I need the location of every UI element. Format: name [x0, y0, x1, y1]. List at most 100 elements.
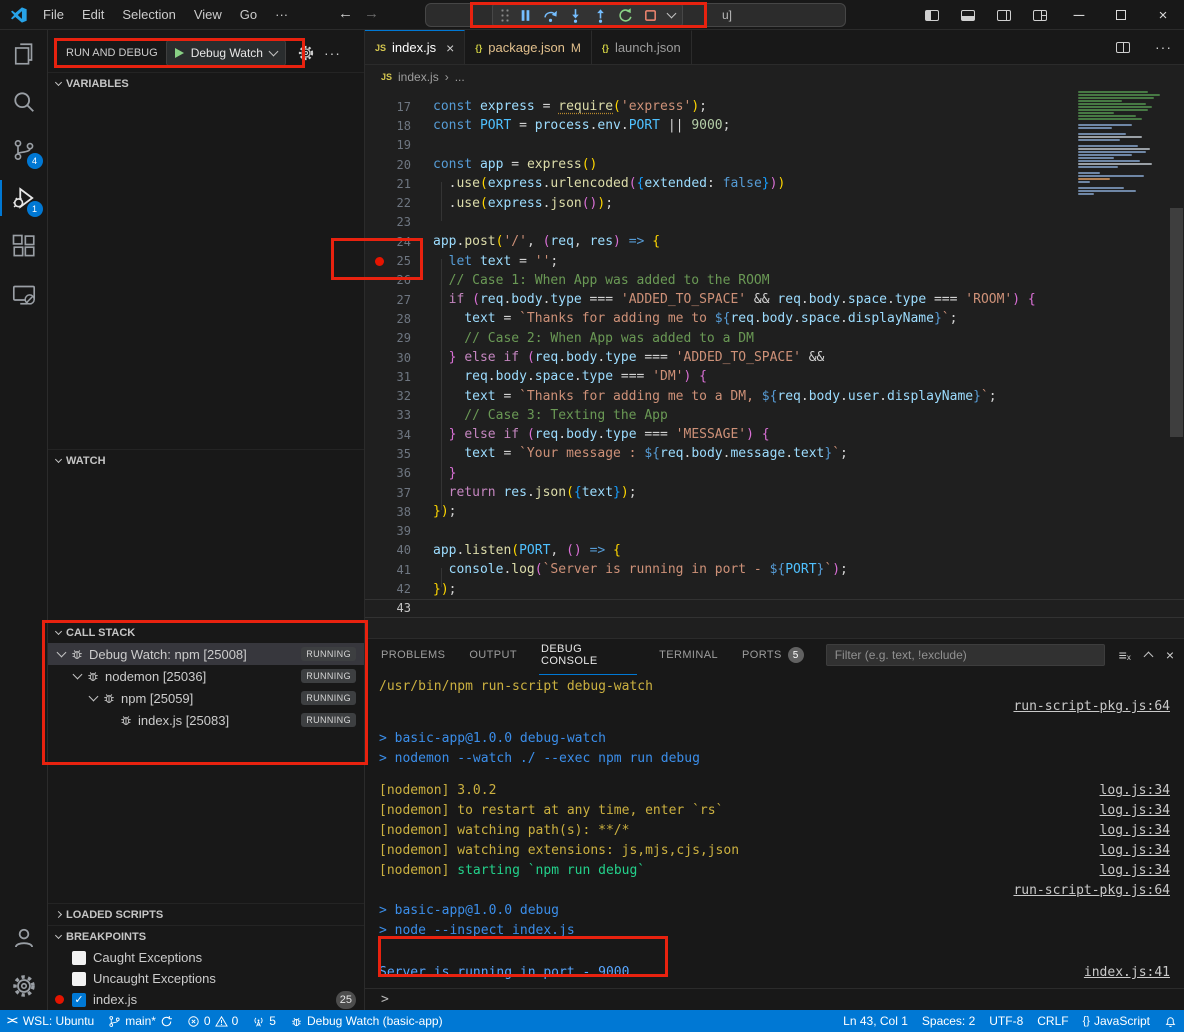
activity-run-debug[interactable]: 1 — [0, 174, 48, 222]
gutter[interactable]: 37 — [365, 486, 427, 500]
gutter[interactable]: 40 — [365, 543, 427, 557]
gutter[interactable]: 19 — [365, 138, 427, 152]
source-link[interactable]: run-script-pkg.js:64 — [1013, 883, 1170, 898]
activity-source-control[interactable]: 4 — [0, 126, 48, 174]
restart-button[interactable] — [613, 3, 638, 27]
breadcrumb-file[interactable]: index.js — [398, 70, 439, 84]
gutter[interactable]: 41 — [365, 563, 427, 577]
gutter[interactable]: 36 — [365, 466, 427, 480]
panel-tab-problems[interactable]: PROBLEMS — [379, 635, 447, 675]
menu-more[interactable]: ··· — [266, 4, 297, 25]
activity-settings[interactable] — [0, 962, 48, 1010]
status-ln-43-col-1[interactable]: Ln 43, Col 1 — [836, 1010, 915, 1032]
toggle-sidebar-icon[interactable] — [914, 0, 950, 30]
checkbox[interactable]: ✓ — [72, 993, 86, 1007]
gutter[interactable]: 31 — [365, 370, 427, 384]
gutter[interactable]: 30 — [365, 351, 427, 365]
menu-edit[interactable]: Edit — [73, 4, 113, 25]
section-watch[interactable]: WATCH — [48, 449, 364, 471]
console-filter-input[interactable] — [826, 644, 1105, 666]
activity-remote-explorer[interactable] — [0, 270, 48, 318]
status-braces[interactable]: {}JavaScript — [1076, 1010, 1157, 1032]
gutter[interactable]: 18 — [365, 119, 427, 133]
gutter[interactable]: 33 — [365, 408, 427, 422]
gutter[interactable]: 28 — [365, 312, 427, 326]
source-link[interactable]: log.js:34 — [1100, 823, 1170, 838]
source-link[interactable]: log.js:34 — [1100, 843, 1170, 858]
panel-tab-terminal[interactable]: TERMINAL — [657, 635, 720, 675]
callstack-row[interactable]: Debug Watch: npm [25008]RUNNING — [48, 643, 364, 665]
customize-layout-icon[interactable] — [1022, 0, 1058, 30]
source-link[interactable]: log.js:34 — [1100, 783, 1170, 798]
status-bell[interactable] — [1157, 1010, 1184, 1032]
gutter[interactable]: 29 — [365, 331, 427, 345]
breakpoint-row[interactable]: ✓index.js25 — [48, 989, 364, 1010]
forward-arrow-icon[interactable]: → — [364, 5, 379, 22]
gutter[interactable]: 25 — [365, 254, 427, 268]
drag-grip-icon[interactable] — [500, 8, 510, 22]
panel-tab-debug-console[interactable]: DEBUG CONSOLE — [539, 635, 637, 675]
callstack-row[interactable]: index.js [25083]RUNNING — [48, 709, 364, 731]
panel-tab-ports[interactable]: PORTS5 — [740, 635, 806, 675]
source-link[interactable]: run-script-pkg.js:64 — [1013, 699, 1170, 714]
minimap[interactable] — [1078, 91, 1168, 196]
pause-button[interactable] — [513, 3, 538, 27]
gutter[interactable]: 43 — [365, 601, 427, 615]
status-bug[interactable]: Debug Watch (basic-app) — [283, 1010, 450, 1032]
close-window-button[interactable]: × — [1142, 0, 1184, 30]
gutter[interactable]: 32 — [365, 389, 427, 403]
filter-icon[interactable]: ≡x — [1119, 647, 1131, 663]
status-error[interactable]: 00 — [180, 1010, 245, 1032]
tab-launch.json[interactable]: {}launch.json — [592, 30, 692, 64]
step-over-button[interactable] — [538, 3, 563, 27]
gutter[interactable]: 22 — [365, 196, 427, 210]
source-link[interactable]: log.js:34 — [1100, 803, 1170, 818]
section-breakpoints[interactable]: BREAKPOINTS — [48, 925, 364, 947]
source-link[interactable]: log.js:34 — [1100, 863, 1170, 878]
panel-tab-output[interactable]: OUTPUT — [467, 635, 519, 675]
callstack-row[interactable]: nodemon [25036]RUNNING — [48, 665, 364, 687]
activity-accounts[interactable] — [0, 914, 48, 962]
stop-button[interactable] — [638, 3, 663, 27]
checkbox[interactable] — [72, 972, 86, 986]
gutter[interactable]: 20 — [365, 158, 427, 172]
gutter[interactable]: 38 — [365, 505, 427, 519]
gutter[interactable]: 26 — [365, 273, 427, 287]
gutter[interactable]: 27 — [365, 293, 427, 307]
gutter[interactable]: 35 — [365, 447, 427, 461]
split-editor-icon[interactable] — [1105, 32, 1141, 62]
status-radio[interactable]: 5 — [245, 1010, 283, 1032]
breakpoint-row[interactable]: Uncaught Exceptions — [48, 968, 364, 989]
breakpoint-row[interactable]: Caught Exceptions — [48, 947, 364, 968]
status-utf-8[interactable]: UTF-8 — [982, 1010, 1030, 1032]
console-input-row[interactable]: > — [365, 988, 1184, 1010]
status-remote[interactable]: ><WSL: Ubuntu — [0, 1010, 101, 1032]
launch-config-dropdown[interactable]: Debug Watch — [166, 40, 286, 66]
gutter[interactable]: 21 — [365, 177, 427, 191]
close-tab-icon[interactable]: × — [446, 40, 454, 56]
debug-toolbar-chevron-icon[interactable] — [663, 3, 679, 27]
editor-more-actions-icon[interactable]: ··· — [1155, 39, 1172, 55]
step-out-button[interactable] — [588, 3, 613, 27]
status-crlf[interactable]: CRLF — [1030, 1010, 1075, 1032]
tab-package.json[interactable]: {}package.jsonM — [465, 30, 592, 64]
menu-go[interactable]: Go — [231, 4, 266, 25]
breadcrumb-symbol[interactable]: ... — [455, 70, 465, 84]
gutter[interactable]: 39 — [365, 524, 427, 538]
chevron-up-icon[interactable] — [1145, 650, 1152, 660]
maximize-button[interactable] — [1100, 0, 1142, 30]
callstack-row[interactable]: npm [25059]RUNNING — [48, 687, 364, 709]
gutter[interactable]: 24 — [365, 235, 427, 249]
toggle-secondary-sidebar-icon[interactable] — [986, 0, 1022, 30]
activity-explorer[interactable] — [0, 30, 48, 78]
status-branch[interactable]: main* — [101, 1010, 180, 1032]
step-into-button[interactable] — [563, 3, 588, 27]
more-actions-icon[interactable]: ··· — [324, 45, 341, 61]
toggle-panel-icon[interactable] — [950, 0, 986, 30]
editor-scrollbar[interactable] — [1170, 208, 1183, 437]
activity-search[interactable] — [0, 78, 48, 126]
section-loaded-scripts[interactable]: LOADED SCRIPTS — [48, 903, 364, 925]
minimize-button[interactable]: ─ — [1058, 0, 1100, 30]
section-variables[interactable]: VARIABLES — [48, 72, 364, 94]
activity-extensions[interactable] — [0, 222, 48, 270]
